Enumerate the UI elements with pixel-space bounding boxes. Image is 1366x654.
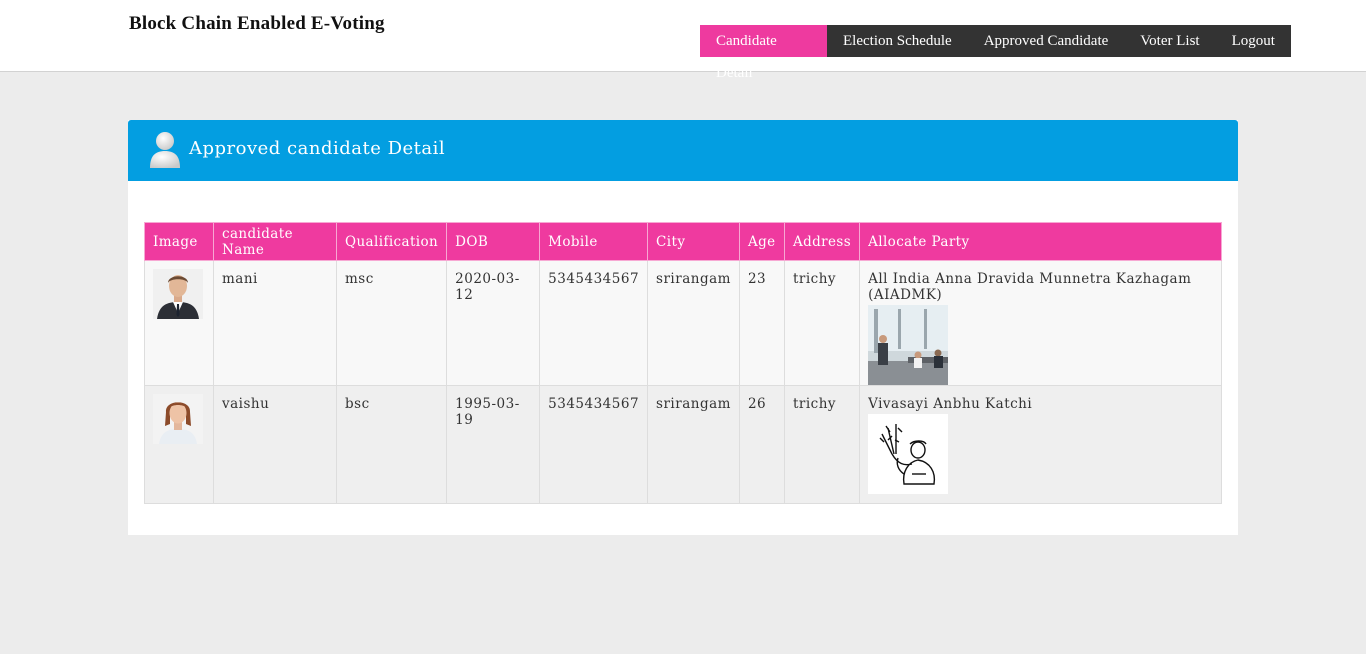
candidate-party-cell: All India Anna Dravida Munnetra Kazhagam… — [859, 260, 1222, 386]
party-symbol-image — [868, 305, 949, 385]
candidate-dob: 1995-03-19 — [446, 385, 541, 504]
candidate-panel: Approved candidate Detail Image candidat… — [128, 120, 1238, 535]
table-header-row: Image candidate Name Qualification DOB M… — [144, 222, 1222, 261]
candidate-age: 23 — [738, 260, 785, 386]
col-qualification: Qualification — [335, 222, 448, 261]
candidate-address: trichy — [783, 260, 861, 386]
candidate-dob: 2020-03-12 — [446, 260, 541, 386]
user-icon — [150, 132, 180, 168]
col-dob: DOB — [446, 222, 541, 261]
main-nav: Candidate Detail Election Schedule Appro… — [700, 25, 1291, 81]
candidate-city: srirangam — [647, 260, 740, 386]
candidate-photo — [153, 269, 203, 319]
candidate-name: vaishu — [213, 385, 337, 504]
candidate-mobile: 5345434567 — [539, 385, 649, 504]
farmer-symbol-image — [868, 414, 949, 494]
col-allocate-party: Allocate Party — [859, 222, 1222, 261]
candidate-address: trichy — [783, 385, 861, 504]
candidate-photo — [153, 394, 203, 444]
top-bar: Block Chain Enabled E-Voting Candidate D… — [0, 0, 1366, 81]
nav-voter-list[interactable]: Voter List — [1124, 25, 1215, 57]
candidate-party-cell: Vivasayi Anbhu Katchi — [859, 385, 1222, 504]
candidate-age: 26 — [738, 385, 785, 504]
party-name: All India Anna Dravida Munnetra Kazhagam… — [868, 271, 1192, 303]
table-row: mani msc 2020-03-12 5345434567 srirangam… — [144, 260, 1222, 386]
candidate-qualification: msc — [335, 260, 448, 386]
col-city: City — [647, 222, 740, 261]
candidate-mobile: 5345434567 — [539, 260, 649, 386]
table-row: vaishu bsc 1995-03-19 5345434567 srirang… — [144, 385, 1222, 504]
panel-title: Approved candidate Detail — [189, 138, 446, 159]
brand-title: Block Chain Enabled E-Voting — [129, 13, 385, 34]
nav-logout[interactable]: Logout — [1216, 25, 1291, 57]
panel-header: Approved candidate Detail — [128, 120, 1238, 181]
nav-candidate-detail[interactable]: Candidate Detail — [700, 25, 827, 81]
col-candidate-name: candidate Name — [213, 222, 337, 261]
nav-election-schedule[interactable]: Election Schedule — [827, 25, 968, 57]
col-mobile: Mobile — [539, 222, 649, 261]
candidate-table: Image candidate Name Qualification DOB M… — [144, 222, 1222, 504]
candidate-photo-cell — [144, 260, 214, 386]
col-age: Age — [738, 222, 785, 261]
candidate-photo-cell — [144, 385, 214, 504]
col-address: Address — [783, 222, 861, 261]
candidate-qualification: bsc — [335, 385, 448, 504]
candidate-name: mani — [213, 260, 337, 386]
col-image: Image — [144, 222, 214, 261]
candidate-city: srirangam — [647, 385, 740, 504]
party-name: Vivasayi Anbhu Katchi — [868, 396, 1033, 412]
nav-approved-candidate[interactable]: Approved Candidate — [968, 25, 1125, 57]
